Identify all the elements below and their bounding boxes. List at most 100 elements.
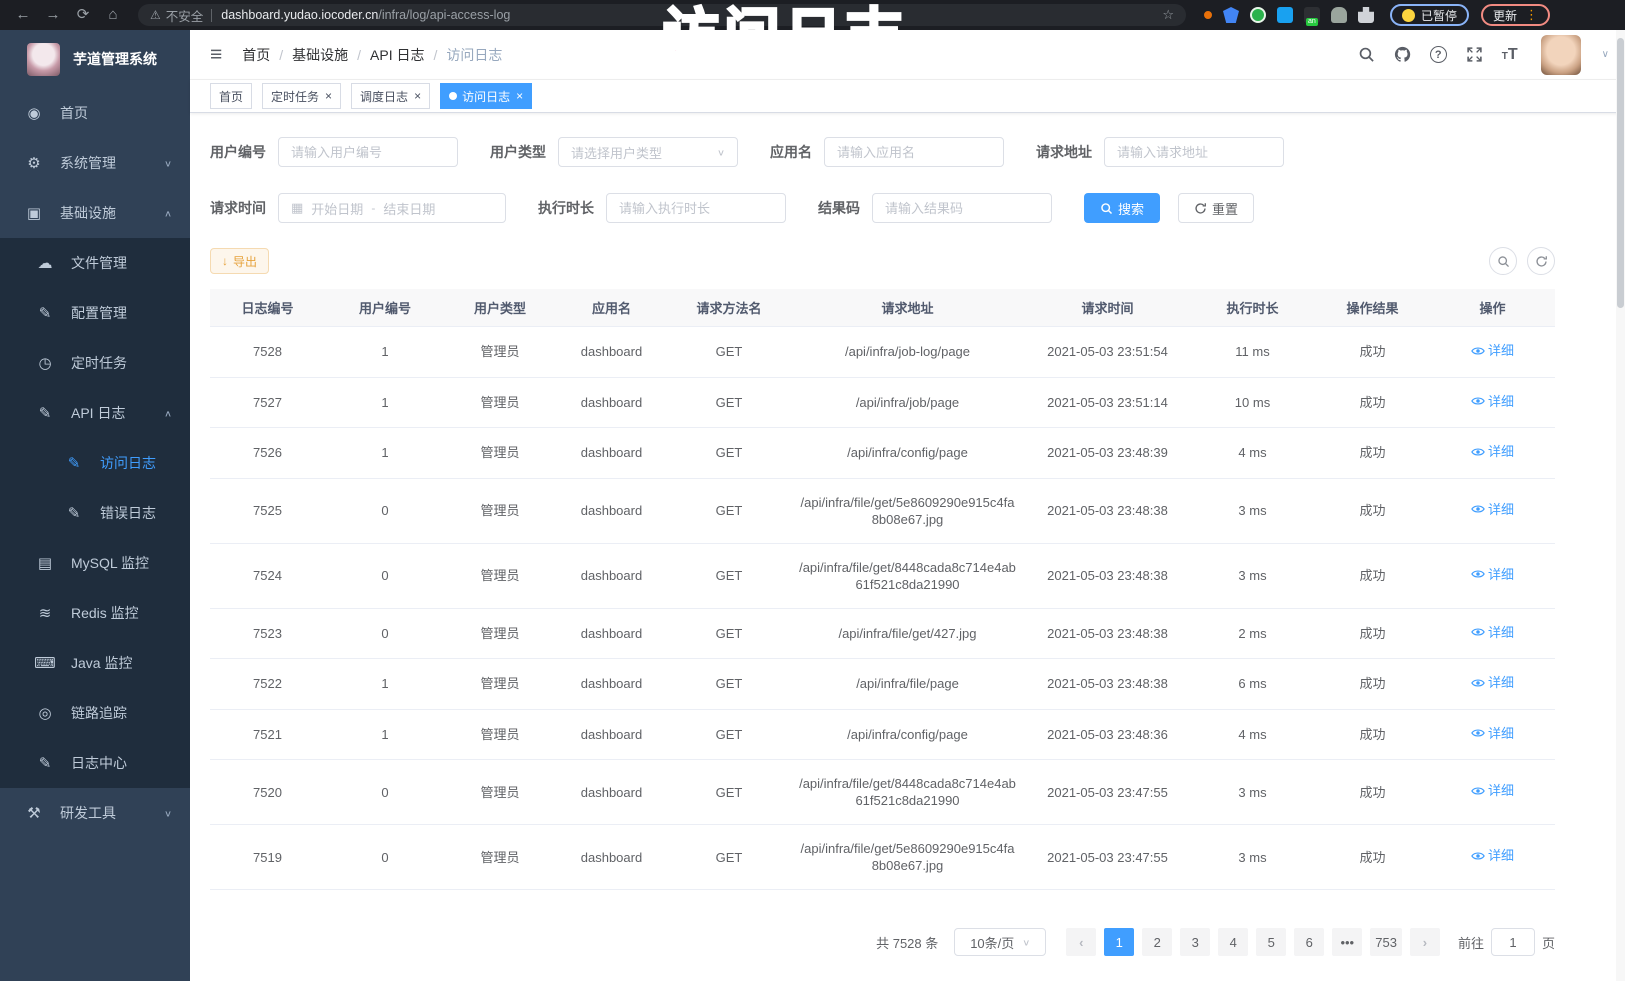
app-name-label: 应用名 [770, 142, 812, 162]
sidebar-item-job[interactable]: ◷ 定时任务 [0, 338, 190, 388]
detail-link[interactable]: 详细 [1471, 624, 1514, 641]
detail-link[interactable]: 详细 [1471, 566, 1514, 583]
extensions-puzzle-icon[interactable] [1358, 7, 1374, 23]
sidebar-item-java[interactable]: ⌨ Java 监控 [0, 638, 190, 688]
browser-forward-icon[interactable]: → [40, 0, 66, 30]
hamburger-icon[interactable]: ≡ [206, 43, 226, 67]
sidebar-item-api-log[interactable]: ✎ API 日志 ∧ [0, 388, 190, 438]
github-icon[interactable] [1394, 46, 1411, 63]
breadcrumb-item[interactable]: 基础设施 [292, 45, 348, 65]
page-button-3[interactable]: 3 [1180, 928, 1210, 956]
caret-down-icon[interactable]: ∨ [1602, 49, 1609, 60]
extension-orange-icon[interactable] [1204, 11, 1212, 19]
reset-button[interactable]: 重置 [1178, 193, 1254, 223]
sidebar-item-dev-tools[interactable]: ⚒ 研发工具 ∨ [0, 788, 190, 838]
cell-url: /api/infra/job/page [790, 379, 1025, 426]
detail-link[interactable]: 详细 [1471, 393, 1514, 410]
tab-定时任务[interactable]: 定时任务 × [262, 83, 341, 109]
tab-访问日志[interactable]: 访问日志 × [440, 83, 532, 109]
page-button-1[interactable]: 1 [1104, 928, 1134, 956]
eye-icon [1471, 567, 1485, 581]
fullscreen-icon[interactable] [1466, 46, 1483, 63]
user-id-input[interactable] [278, 137, 458, 167]
bookmark-star-icon[interactable]: ☆ [1162, 7, 1174, 23]
next-page-button[interactable]: › [1410, 928, 1440, 956]
help-icon[interactable]: ? [1430, 46, 1447, 63]
extension-shield-icon[interactable] [1223, 7, 1239, 23]
detail-link[interactable]: 详细 [1471, 443, 1514, 460]
browser-home-icon[interactable]: ⌂ [100, 0, 126, 30]
extension-ghost-icon[interactable] [1331, 7, 1347, 23]
close-icon[interactable]: × [325, 90, 332, 102]
page-size-select[interactable]: 10条/页 ∨ [954, 928, 1046, 956]
sidebar-item-log-center[interactable]: ✎ 日志中心 [0, 738, 190, 788]
cell-user-id: 0 [325, 487, 445, 534]
date-range-picker[interactable]: ▦ 开始日期 - 结束日期 [278, 193, 506, 223]
prev-page-button[interactable]: ‹ [1066, 928, 1096, 956]
sidebar-item-config[interactable]: ✎ 配置管理 [0, 288, 190, 338]
page-button-753[interactable]: 753 [1370, 928, 1402, 956]
page-button-5[interactable]: 5 [1256, 928, 1286, 956]
detail-link[interactable]: 详细 [1471, 725, 1514, 742]
tab-首页[interactable]: 首页 [210, 83, 252, 109]
page-button-6[interactable]: 6 [1294, 928, 1324, 956]
breadcrumb-item[interactable]: 首页 [242, 45, 270, 65]
extension-blue-icon[interactable] [1277, 7, 1293, 23]
sidebar-item-file[interactable]: ☁ 文件管理 [0, 238, 190, 288]
logo-image [27, 43, 60, 76]
cell-log-id: 7527 [210, 379, 325, 426]
app-name-input[interactable] [824, 137, 1004, 167]
table-row: 75211管理员dashboardGET/api/infra/config/pa… [210, 710, 1555, 761]
page-button-4[interactable]: 4 [1218, 928, 1248, 956]
goto-page-input[interactable] [1491, 928, 1535, 956]
duration-input[interactable] [606, 193, 786, 223]
sidebar-item-system[interactable]: ⚙ 系统管理 ∨ [0, 138, 190, 188]
sidebar-item-home[interactable]: ◉ 首页 [0, 88, 190, 138]
sidebar-item-redis[interactable]: ≋ Redis 监控 [0, 588, 190, 638]
user-avatar[interactable] [1541, 35, 1581, 75]
detail-link[interactable]: 详细 [1471, 782, 1514, 799]
search-icon[interactable] [1358, 46, 1375, 63]
sidebar-item-mysql[interactable]: ▤ MySQL 监控 [0, 538, 190, 588]
cell-url: /api/infra/config/page [790, 429, 1025, 476]
breadcrumb-item[interactable]: API 日志 [370, 45, 424, 65]
sidebar-item-infra[interactable]: ▣ 基础设施 ∧ [0, 188, 190, 238]
result-code-input[interactable] [872, 193, 1052, 223]
toggle-search-button[interactable] [1489, 247, 1517, 275]
cell-user-id: 1 [325, 711, 445, 758]
detail-link[interactable]: 详细 [1471, 847, 1514, 864]
browser-reload-icon[interactable]: ⟳ [70, 0, 96, 30]
detail-link[interactable]: 详细 [1471, 501, 1514, 518]
export-button[interactable]: ↓ 导出 [210, 248, 269, 274]
search-button[interactable]: 搜索 [1084, 193, 1160, 223]
page-scrollbar[interactable] [1616, 30, 1625, 981]
extension-green-icon[interactable] [1250, 7, 1266, 23]
app-logo[interactable]: 芋道管理系统 [0, 30, 190, 88]
close-icon[interactable]: × [516, 90, 523, 102]
page-button-2[interactable]: 2 [1142, 928, 1172, 956]
cell-app-name: dashboard [555, 487, 668, 534]
sidebar-item-trace[interactable]: ◎ 链路追踪 [0, 688, 190, 738]
detail-link[interactable]: 详细 [1471, 674, 1514, 691]
kebab-menu-icon[interactable]: ⋮ [1525, 7, 1538, 23]
update-button[interactable]: 更新 ⋮ [1481, 4, 1550, 26]
security-label[interactable]: 不安全 [166, 6, 204, 25]
request-url-input[interactable] [1104, 137, 1284, 167]
tab-调度日志[interactable]: 调度日志 × [351, 83, 430, 109]
column-header: 请求时间 [1025, 289, 1190, 326]
detail-link[interactable]: 详细 [1471, 342, 1514, 359]
close-icon[interactable]: × [414, 90, 421, 102]
font-size-icon[interactable]: TT [1502, 46, 1518, 64]
sidebar-item-error-log[interactable]: ✎ 错误日志 [0, 488, 190, 538]
more-pages-button[interactable]: ••• [1332, 928, 1362, 956]
sidebar-item-access-log[interactable]: ✎ 访问日志 [0, 438, 190, 488]
cell-app-name: dashboard [555, 429, 668, 476]
extension-an-icon[interactable] [1304, 7, 1320, 23]
scrollbar-thumb[interactable] [1617, 38, 1624, 308]
eye-icon [1471, 849, 1485, 863]
paused-badge[interactable]: 已暂停 [1390, 4, 1469, 26]
user-type-select[interactable]: 请选择用户类型 ∨ [558, 137, 738, 167]
browser-back-icon[interactable]: ← [10, 0, 36, 30]
address-bar[interactable]: ⚠ 不安全 dashboard.yudao.iocoder.cn/infra/l… [138, 4, 1186, 26]
refresh-table-button[interactable] [1527, 247, 1555, 275]
